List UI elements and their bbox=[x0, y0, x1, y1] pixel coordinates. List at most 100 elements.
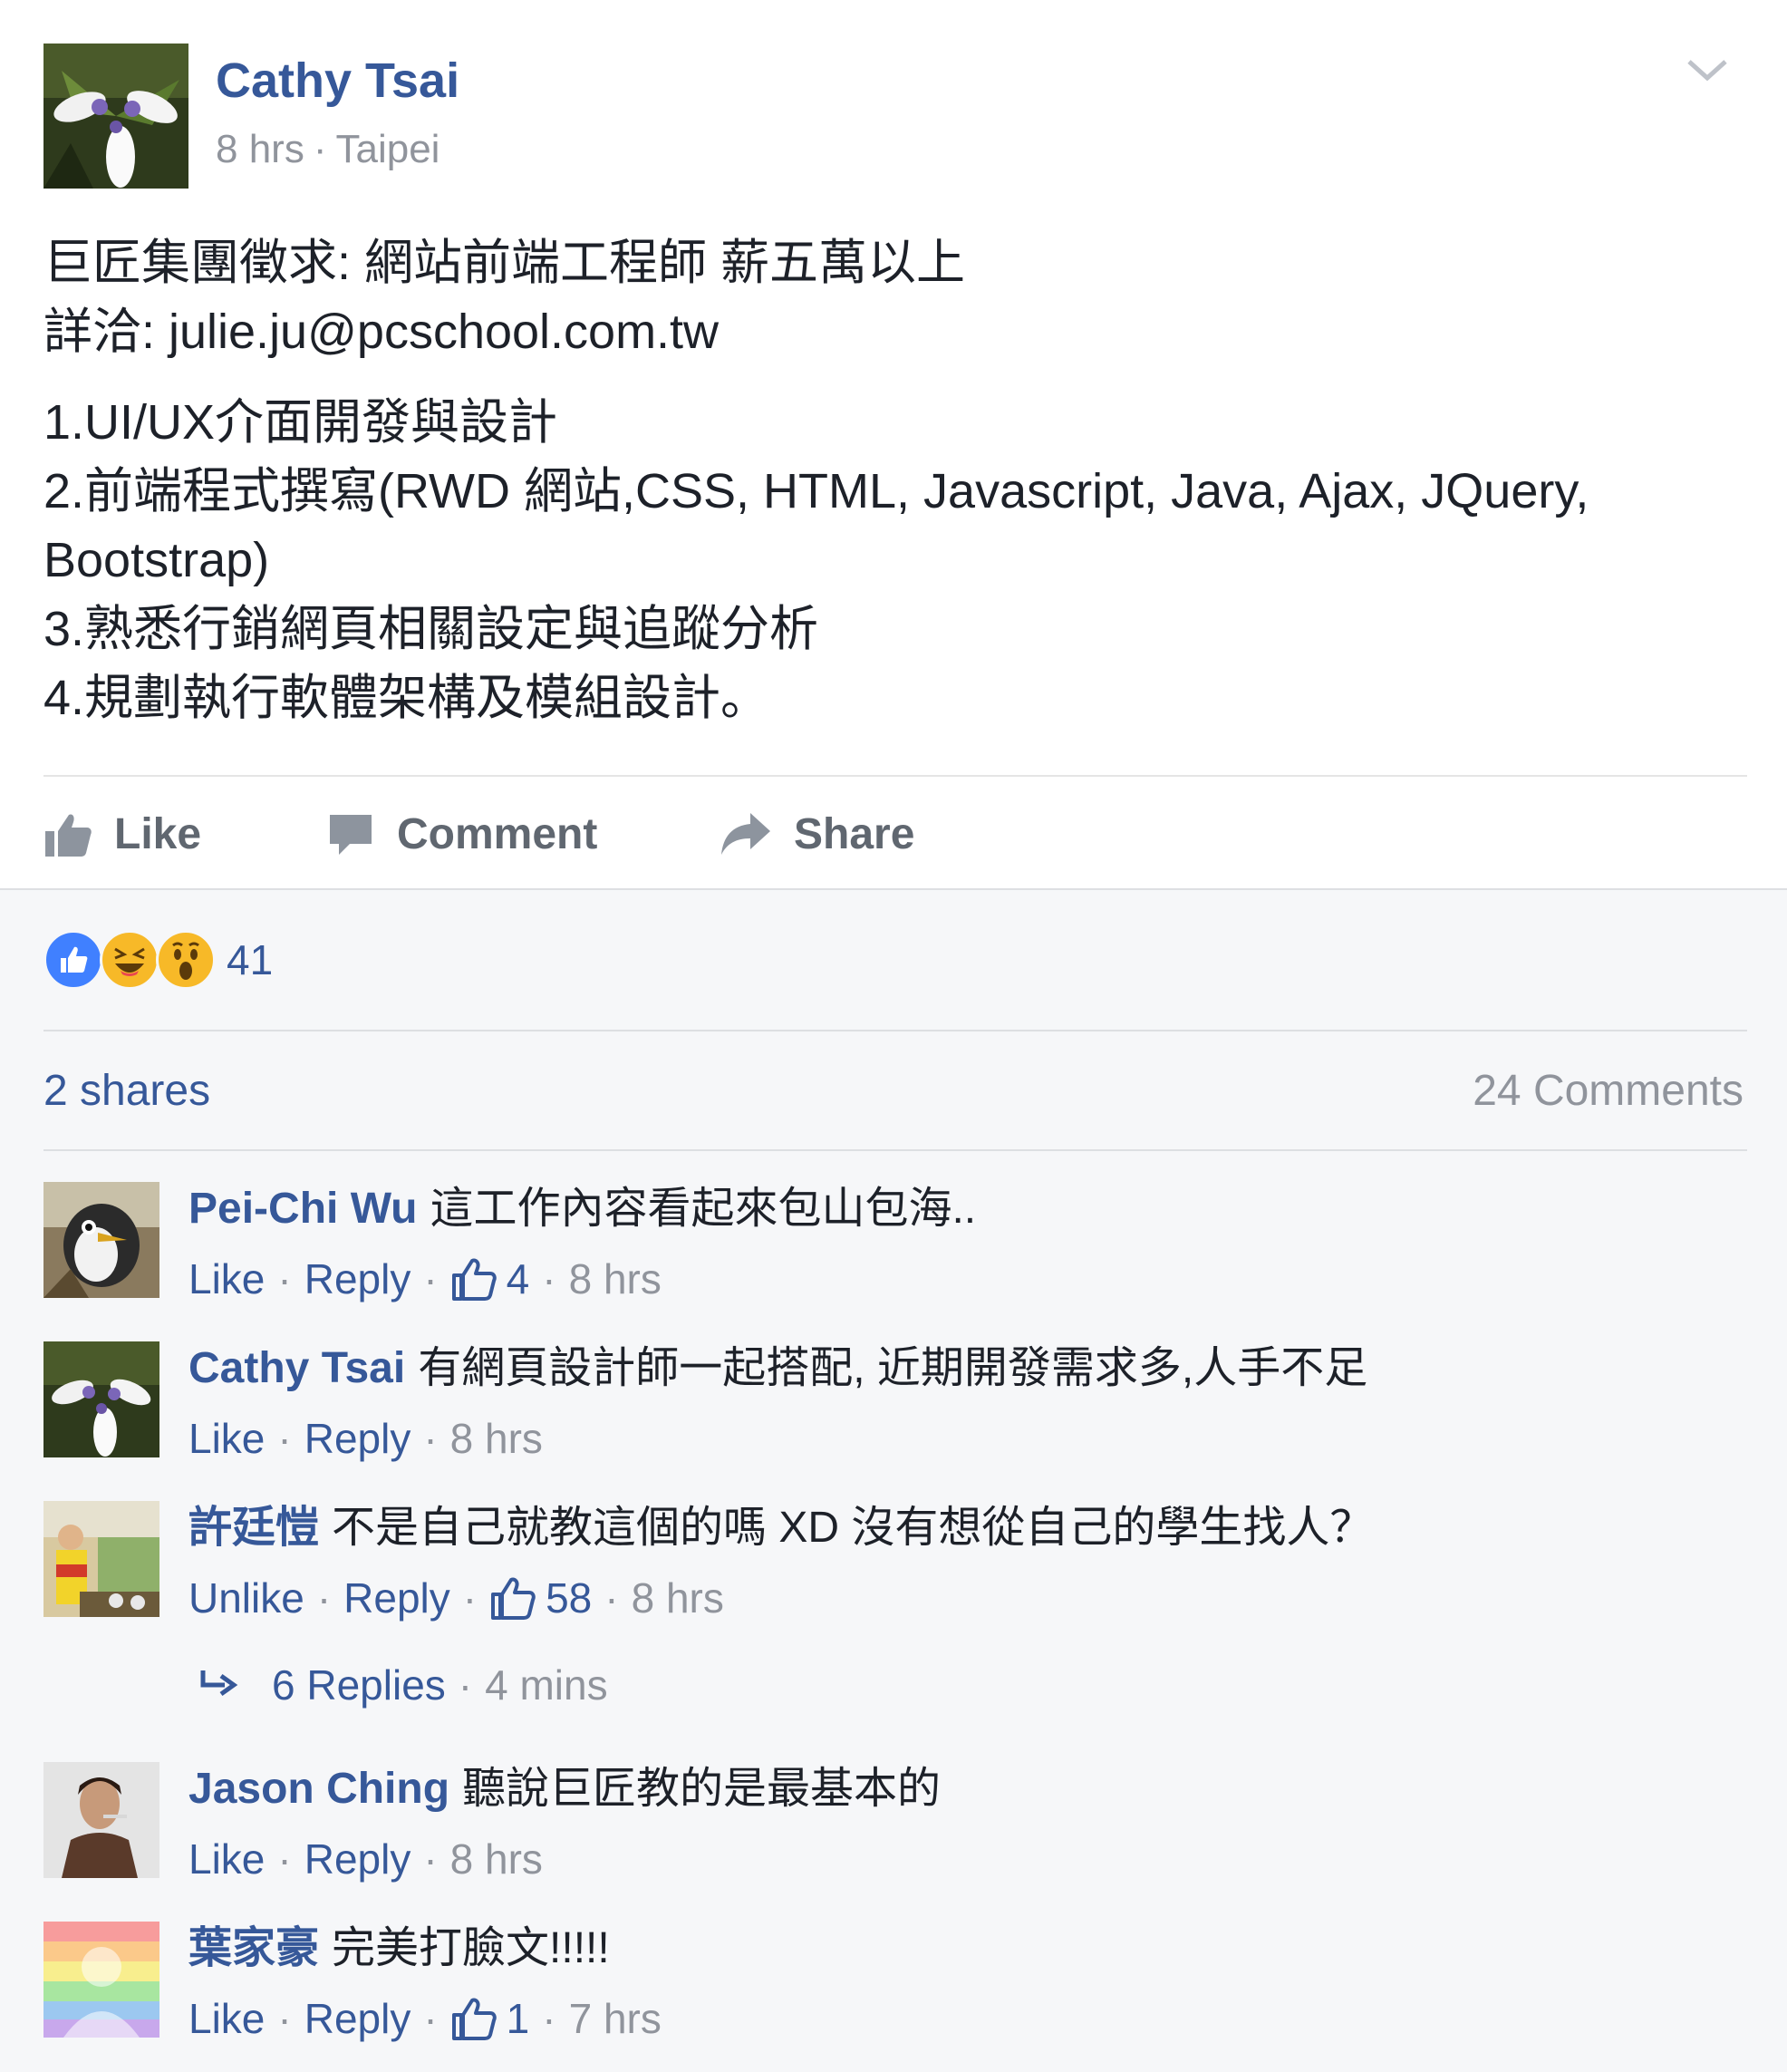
dot-separator: · bbox=[458, 1661, 473, 1709]
reply-arrow-icon bbox=[200, 1670, 238, 1697]
comment-body: 葉家豪 完美打臉文!!!!! Like · Reply · 1 · 7 hrs bbox=[188, 1922, 662, 2043]
like-label: Like bbox=[114, 809, 202, 858]
post-line: Bootstrap) bbox=[43, 533, 270, 587]
comment-body: Pei-Chi Wu 這工作內容看起來包山包海.. Like · Reply · 4 · 8 … bbox=[188, 1182, 976, 1303]
comment-time[interactable]: 8 hrs bbox=[569, 1254, 662, 1303]
shares-link[interactable]: 2 shares bbox=[43, 1066, 210, 1116]
comment-like-link[interactable]: Like bbox=[188, 1414, 265, 1463]
share-arrow-icon bbox=[721, 813, 770, 855]
dot-separator: · bbox=[462, 1574, 478, 1622]
comment-label: Comment bbox=[397, 809, 598, 858]
comment-text: 有網頁設計師一起搭配, 近期開發需求多,人手不足 bbox=[418, 1344, 1368, 1392]
comment-text: 完美打臉文!!!!! bbox=[332, 1924, 610, 1972]
comment-actions: Like · Reply · 8 hrs bbox=[188, 1414, 1367, 1463]
comment-actions: Unlike · Reply · 58 · 8 hrs bbox=[188, 1573, 1373, 1622]
thumbs-up-outline-icon bbox=[451, 1998, 497, 2040]
comment-content: Jason Ching 聽說巨匠教的是最基本的 bbox=[188, 1762, 941, 1816]
divider bbox=[43, 775, 1747, 777]
dot-separator: · bbox=[423, 1415, 438, 1462]
comment-text: 聽說巨匠教的是最基本的 bbox=[462, 1765, 942, 1813]
commenter-avatar[interactable] bbox=[43, 1762, 159, 1878]
thumbs-up-outline-icon bbox=[491, 1577, 536, 1620]
replies-time: 4 mins bbox=[485, 1661, 608, 1709]
comment-body: Cathy Tsai 有網頁設計師一起搭配, 近期開發需求多,人手不足 Like ·… bbox=[188, 1341, 1367, 1463]
dot-separator: · bbox=[277, 1835, 292, 1883]
post-paragraph: 1.UI/UX介面開發與設計 2.前端程式撰寫(RWD 網站,CSS, HTML… bbox=[43, 388, 1747, 732]
commenter-avatar[interactable] bbox=[43, 1501, 159, 1617]
comments-count-link[interactable]: 24 Comments bbox=[1473, 1066, 1744, 1116]
commenter-name[interactable]: 葉家豪 bbox=[188, 1924, 319, 1972]
like-reaction-icon bbox=[43, 930, 103, 990]
comment-like-count[interactable]: 4 bbox=[450, 1254, 529, 1303]
dot-separator: · bbox=[277, 1995, 292, 2042]
comment-like-link[interactable]: Like bbox=[188, 1254, 265, 1303]
comment-reply-link[interactable]: Reply bbox=[304, 1414, 411, 1463]
like-button[interactable]: Like bbox=[43, 798, 201, 870]
post-time[interactable]: 8 hrs bbox=[216, 127, 304, 171]
comment-actions: Like · Reply · 1 · 7 hrs bbox=[188, 1994, 662, 2043]
view-replies[interactable]: 6 Replies · 4 mins bbox=[198, 1661, 608, 1709]
post-body: 巨匠集團徵求: 網站前端工程師 薪五萬以上 詳洽: julie.ju@pcsch… bbox=[43, 228, 1747, 732]
comment-unlike-link[interactable]: Unlike bbox=[188, 1573, 304, 1622]
comment-reply-link[interactable]: Reply bbox=[304, 1994, 411, 2043]
reactions-summary[interactable]: 41 bbox=[43, 930, 273, 990]
haha-reaction-icon bbox=[100, 930, 159, 990]
commenter-avatar[interactable] bbox=[43, 1182, 159, 1298]
dot-separator: · bbox=[542, 1255, 556, 1302]
post-line: 3.熟悉行銷網頁相關設定與追蹤分析 bbox=[43, 602, 819, 656]
comment-like-count[interactable]: 1 bbox=[450, 1994, 529, 2043]
comment-time[interactable]: 7 hrs bbox=[569, 1994, 662, 2043]
share-button[interactable]: Share bbox=[720, 798, 914, 870]
comment-like-link[interactable]: Like bbox=[188, 1835, 265, 1883]
author-avatar[interactable] bbox=[43, 44, 188, 189]
thumbs-up-icon bbox=[45, 814, 92, 857]
post-line: 2.前端程式撰寫(RWD 網站,CSS, HTML, Javascript, J… bbox=[43, 464, 1589, 518]
commenter-name[interactable]: Jason Ching bbox=[188, 1765, 449, 1813]
comment-content: Cathy Tsai 有網頁設計師一起搭配, 近期開發需求多,人手不足 bbox=[188, 1341, 1367, 1396]
comment-body: 許廷愷 不是自己就教這個的嗎 XD 沒有想從自己的學生找人？ Unlike · Rep… bbox=[188, 1501, 1373, 1622]
post-line: 4.規劃執行軟體架構及模組設計。 bbox=[43, 671, 770, 725]
dot-separator: · bbox=[316, 1574, 332, 1622]
comment-icon bbox=[330, 815, 372, 855]
comment-text: 這工作內容看起來包山包海.. bbox=[430, 1185, 977, 1233]
divider bbox=[43, 1149, 1747, 1151]
comment-reply-link[interactable]: Reply bbox=[304, 1835, 411, 1883]
comment-like-link[interactable]: Like bbox=[188, 1994, 265, 2043]
post-line: 1.UI/UX介面開發與設計 bbox=[43, 395, 558, 450]
comment-time[interactable]: 8 hrs bbox=[450, 1414, 543, 1463]
commenter-name[interactable]: Pei-Chi Wu bbox=[188, 1185, 417, 1233]
comment-content: 葉家豪 完美打臉文!!!!! bbox=[188, 1922, 662, 1976]
divider bbox=[43, 1030, 1747, 1031]
meta-separator: · bbox=[313, 127, 327, 171]
thumbs-up-outline-icon bbox=[451, 1258, 497, 1301]
replies-count-link[interactable]: 6 Replies bbox=[272, 1661, 446, 1709]
share-label: Share bbox=[794, 809, 915, 858]
dot-separator: · bbox=[277, 1415, 292, 1462]
dot-separator: · bbox=[423, 1995, 438, 2042]
comment-button[interactable]: Comment bbox=[326, 798, 597, 870]
post-author-name[interactable]: Cathy Tsai bbox=[216, 53, 459, 109]
post-location[interactable]: Taipei bbox=[335, 127, 440, 171]
comment-text: 不是自己就教這個的嗎 XD 沒有想從自己的學生找人？ bbox=[332, 1504, 1374, 1552]
reaction-count: 41 bbox=[227, 936, 274, 983]
commenter-avatar[interactable] bbox=[43, 1341, 159, 1457]
comment-actions: Like · Reply · 8 hrs bbox=[188, 1835, 941, 1883]
commenter-avatar[interactable] bbox=[43, 1922, 159, 2038]
post-meta: 8 hrs · Taipei bbox=[216, 127, 440, 172]
commenter-name[interactable]: 許廷愷 bbox=[188, 1504, 319, 1552]
comment-content: Pei-Chi Wu 這工作內容看起來包山包海.. bbox=[188, 1182, 976, 1236]
comment-reply-link[interactable]: Reply bbox=[343, 1573, 450, 1622]
comment-actions: Like · Reply · 4 · 8 hrs bbox=[188, 1254, 976, 1303]
comment-content: 許廷愷 不是自己就教這個的嗎 XD 沒有想從自己的學生找人？ bbox=[188, 1501, 1373, 1555]
comment-reply-link[interactable]: Reply bbox=[304, 1254, 411, 1303]
dot-separator: · bbox=[423, 1255, 438, 1302]
comment-time[interactable]: 8 hrs bbox=[632, 1573, 724, 1622]
chevron-down-icon[interactable] bbox=[1682, 53, 1733, 89]
commenter-name[interactable]: Cathy Tsai bbox=[188, 1344, 405, 1392]
wow-reaction-icon bbox=[156, 930, 216, 990]
post-paragraph: 巨匠集團徵求: 網站前端工程師 薪五萬以上 詳洽: julie.ju@pcsch… bbox=[43, 228, 1747, 366]
dot-separator: · bbox=[604, 1574, 619, 1622]
comment-like-count[interactable]: 58 bbox=[489, 1573, 592, 1622]
comment-time[interactable]: 8 hrs bbox=[450, 1835, 543, 1883]
dot-separator: · bbox=[423, 1835, 438, 1883]
